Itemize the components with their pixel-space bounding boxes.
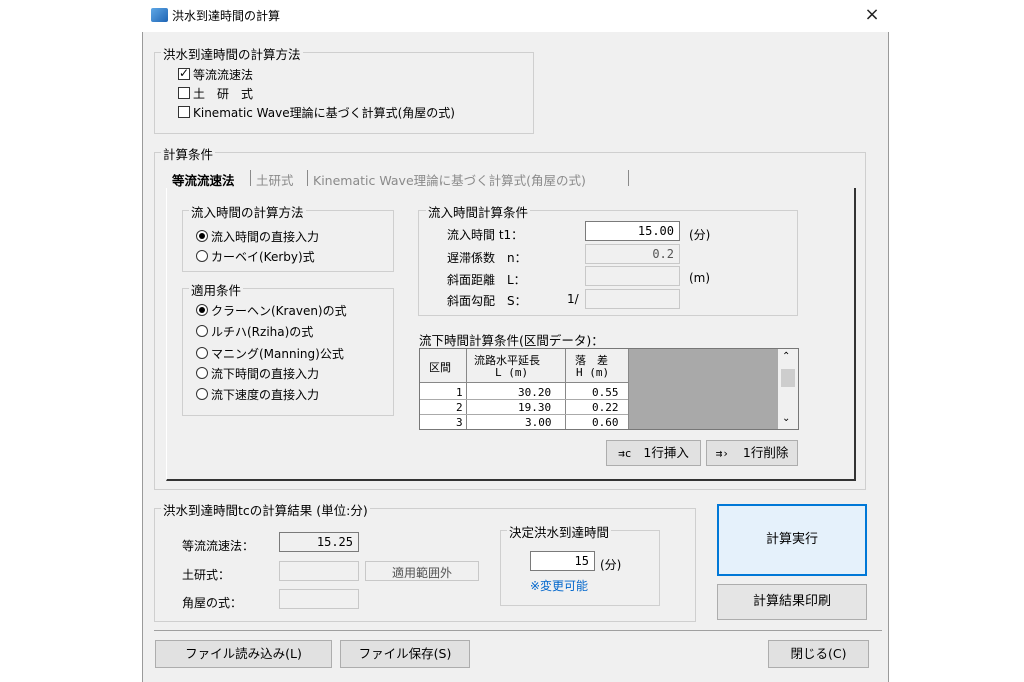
L-input	[585, 266, 680, 286]
decision-note: ※変更可能	[530, 579, 589, 593]
tab-separator	[628, 170, 629, 186]
close-window-icon[interactable]: ×	[860, 3, 884, 27]
method-kinematic-checkbox[interactable]: Kinematic Wave理論に基づく計算式(角屋の式)	[178, 104, 455, 121]
radio-selected-icon	[196, 304, 208, 316]
doken-result-note: 適用範囲外	[365, 561, 479, 581]
L-label: 斜面距離 L：	[447, 273, 526, 287]
insert-row-icon: ⇉c	[618, 447, 632, 460]
grid-cell-H[interactable]: 0.22	[592, 401, 619, 414]
tab-separator	[250, 170, 251, 186]
scroll-up-icon[interactable]: ⌃	[782, 351, 790, 362]
app-icon	[151, 8, 168, 22]
checkbox-icon	[178, 87, 190, 99]
t1-input[interactable]: 15.00	[585, 221, 680, 241]
n-input: 0.2	[585, 244, 680, 264]
grid-vline	[466, 349, 467, 429]
section-data-grid[interactable]: 区間 流路水平延長 L (m) 落 差 H (m) 1 30.20 0.55 2…	[419, 348, 799, 430]
delete-row-button[interactable]: ⇉› 1行削除	[706, 440, 798, 466]
radio-selected-icon	[196, 230, 208, 242]
S-prefix: 1/	[567, 292, 579, 306]
method-equal-velocity-checkbox[interactable]: 等流流速法	[178, 66, 253, 83]
t1-unit: (分)	[689, 228, 711, 242]
scroll-thumb[interactable]	[781, 369, 795, 387]
load-file-button[interactable]: ファイル読み込み(L)	[155, 640, 332, 668]
kadoya-result-label: 角屋の式：	[182, 596, 243, 610]
window-title: 洪水到達時間の計算	[172, 9, 281, 23]
decision-legend: 決定洪水到達時間	[507, 522, 612, 541]
radio-inflow-direct[interactable]: 流入時間の直接入力	[196, 228, 319, 245]
S-input	[585, 289, 680, 309]
radio-icon	[196, 367, 208, 379]
insert-row-button[interactable]: ⇉c 1行挿入	[606, 440, 701, 466]
grid-cell-L[interactable]: 3.00	[525, 416, 552, 429]
doken-result-label: 土研式：	[182, 568, 231, 582]
tab-equal-velocity[interactable]: 等流流速法	[172, 170, 235, 189]
grid-hline	[420, 399, 628, 400]
grid-hline	[420, 414, 628, 415]
inflow-calc-legend: 流入時間計算条件	[426, 202, 531, 221]
radio-rziha[interactable]: ルチハ(Rziha)の式	[196, 323, 313, 340]
bottom-divider	[154, 630, 882, 631]
method-doken-checkbox[interactable]: 土 研 式	[178, 85, 253, 102]
radio-flow-velocity-direct[interactable]: 流下速度の直接入力	[196, 386, 319, 403]
tab-doken[interactable]: 土研式	[256, 170, 294, 189]
save-file-button[interactable]: ファイル保存(S)	[340, 640, 470, 668]
grid-cell-no[interactable]: 1	[456, 386, 463, 399]
radio-inflow-kerby[interactable]: カーベイ(Kerby)式	[196, 248, 315, 265]
decision-time-input[interactable]: 15	[530, 551, 595, 571]
method-group-legend: 洪水到達時間の計算方法	[161, 44, 303, 63]
L-unit: (m)	[689, 271, 711, 285]
radio-icon	[196, 325, 208, 337]
calculate-button[interactable]: 計算実行	[717, 504, 867, 576]
grid-cell-H[interactable]: 0.60	[592, 416, 619, 429]
checkbox-icon	[178, 106, 190, 118]
grid-vline	[565, 349, 566, 429]
radio-icon	[196, 250, 208, 262]
checkbox-checked-icon	[178, 66, 190, 80]
radio-icon	[196, 388, 208, 400]
grid-scrollbar[interactable]: ⌃ ⌄	[778, 349, 798, 429]
equal-result-label: 等流流速法：	[182, 539, 255, 553]
result-legend: 洪水到達時間tcの計算結果 (単位:分)	[161, 500, 370, 519]
grid-vline	[628, 349, 629, 429]
equal-result-value: 15.25	[279, 532, 359, 552]
radio-icon	[196, 347, 208, 359]
grid-header-col0: 区間	[429, 361, 451, 374]
grid-cell-no[interactable]: 3	[456, 416, 463, 429]
scroll-down-icon[interactable]: ⌄	[782, 413, 790, 424]
tab-separator	[307, 170, 308, 186]
radio-flow-time-direct[interactable]: 流下時間の直接入力	[196, 365, 319, 382]
decision-unit: (分)	[600, 558, 622, 572]
grid-header-col1-unit: L (m)	[495, 366, 529, 379]
conditions-legend: 計算条件	[161, 144, 216, 163]
S-label: 斜面勾配 S：	[447, 294, 527, 308]
grid-cell-no[interactable]: 2	[456, 401, 463, 414]
section-title: 流下時間計算条件(区間データ)：	[419, 333, 604, 348]
radio-kraven[interactable]: クラーヘン(Kraven)の式	[196, 302, 347, 319]
kadoya-result-value	[279, 589, 359, 609]
print-result-button[interactable]: 計算結果印刷	[717, 584, 867, 620]
t1-label: 流入時間 t1：	[447, 228, 524, 242]
grid-header-col2-unit: H (m)	[576, 366, 610, 379]
n-label: 遅滞係数 n：	[447, 251, 527, 265]
close-button[interactable]: 閉じる(C)	[768, 640, 869, 668]
grid-cell-L[interactable]: 30.20	[518, 386, 551, 399]
inflow-method-legend: 流入時間の計算方法	[189, 202, 306, 221]
doken-result-value	[279, 561, 359, 581]
radio-manning[interactable]: マニング(Manning)公式	[196, 345, 344, 362]
delete-row-icon: ⇉›	[715, 447, 729, 460]
grid-cell-L[interactable]: 19.30	[518, 401, 551, 414]
grid-cell-H[interactable]: 0.55	[592, 386, 619, 399]
apply-conditions-legend: 適用条件	[189, 280, 244, 299]
tab-kinematic[interactable]: Kinematic Wave理論に基づく計算式(角屋の式)	[313, 170, 586, 189]
